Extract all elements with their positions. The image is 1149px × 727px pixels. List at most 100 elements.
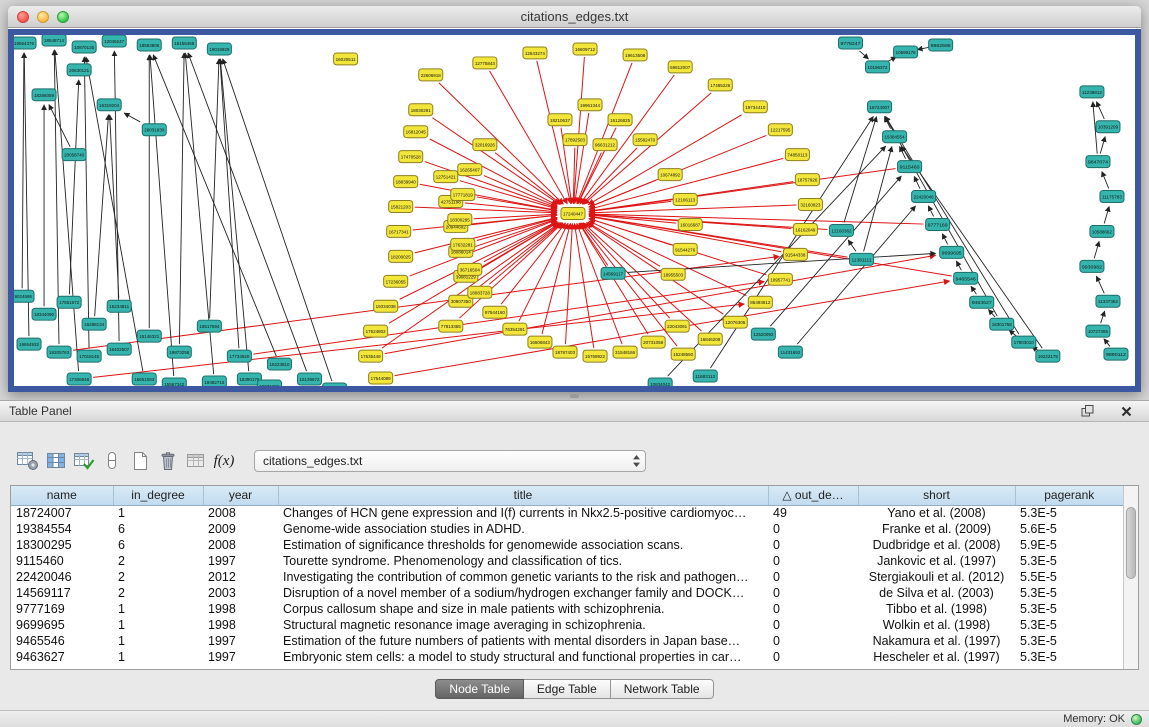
graph-edge[interactable] (542, 223, 571, 334)
table-row[interactable]: 1830029562008Estimation of significance … (11, 537, 1123, 553)
select-columns-icon[interactable] (42, 448, 70, 475)
full-detail-icon[interactable] (98, 448, 126, 475)
graph-edge[interactable] (84, 57, 89, 348)
graph-node[interactable]: 17635449 (359, 350, 383, 362)
graph-node[interactable]: 12076305 (723, 316, 747, 328)
graph-node[interactable]: 10834042 (648, 378, 672, 386)
graph-node[interactable]: 18757926 (795, 174, 819, 186)
graph-node[interactable]: 20731058 (641, 336, 665, 348)
graph-edge[interactable] (69, 80, 78, 294)
table-row[interactable]: 977716911998Corpus callosum shape and si… (11, 601, 1123, 617)
network-select[interactable]: citations_edges.txt (254, 450, 646, 472)
graph-node[interactable]: 10674892 (658, 169, 682, 181)
graph-edge[interactable] (479, 222, 557, 268)
graph-edge[interactable] (1104, 339, 1110, 347)
graph-node[interactable]: 19664932 (17, 338, 41, 350)
graph-edge[interactable] (150, 55, 174, 376)
graph-node[interactable]: 12160362 (829, 224, 853, 236)
graph-node[interactable]: 18083728 (468, 286, 492, 298)
graph-node[interactable]: 16717341 (387, 225, 411, 237)
graph-node[interactable]: 31548166 (613, 346, 637, 358)
scrollbar-thumb[interactable] (1126, 507, 1136, 579)
graph-node[interactable]: 16162049 (793, 223, 817, 235)
network-canvas[interactable]: 1724044718030291168120451747052818839940… (14, 35, 1135, 386)
graph-edge[interactable] (1094, 241, 1099, 258)
graph-node[interactable]: 9777169 (926, 218, 950, 230)
graph-edge[interactable] (885, 116, 1018, 334)
graph-node[interactable]: 11337362 (1096, 295, 1120, 307)
graph-edge[interactable] (574, 57, 585, 204)
graph-node[interactable]: 17240447 (561, 208, 585, 220)
graph-node[interactable]: 74850113 (785, 149, 809, 161)
graph-node[interactable]: 17544089 (369, 372, 393, 384)
graph-edge[interactable] (971, 286, 976, 294)
graph-node[interactable]: 9465546 (954, 272, 978, 284)
graph-node[interactable]: 12106113 (673, 194, 697, 206)
graph-node[interactable]: 10588662 (1090, 225, 1114, 237)
graph-node[interactable]: 15139672 (298, 373, 322, 385)
graph-edge[interactable] (579, 223, 607, 265)
graph-node[interactable]: 16609712 (573, 43, 597, 55)
graph-edge[interactable] (124, 113, 140, 122)
graph-node[interactable]: 22606918 (419, 69, 443, 81)
table-row[interactable]: 1456911722003Disruption of a novel membe… (11, 585, 1123, 601)
graph-node[interactable]: 11381111 (849, 253, 873, 265)
graph-node[interactable]: 69812007 (668, 61, 692, 73)
graph-node[interactable]: 15146321 (137, 330, 161, 342)
graph-edge[interactable] (1096, 276, 1104, 293)
minimize-window-button[interactable] (37, 11, 49, 23)
graph-node[interactable]: 19961344 (578, 99, 602, 111)
graph-edge[interactable] (844, 117, 877, 223)
graph-edge[interactable] (1104, 206, 1109, 223)
graph-node[interactable]: 18517694 (197, 320, 221, 332)
graph-node[interactable]: 17470528 (399, 151, 423, 163)
graph-node[interactable]: 17632281 (451, 238, 475, 250)
graph-node[interactable]: 17551672 (57, 296, 81, 308)
graph-node[interactable]: 9463627 (970, 296, 994, 308)
graph-edge[interactable] (110, 115, 119, 298)
table-row[interactable]: 911546021997Tourette syndrome. Phenomeno… (11, 553, 1123, 569)
window-titlebar[interactable]: citations_edges.txt (8, 6, 1141, 28)
graph-node[interactable]: 18300295 (448, 213, 472, 225)
graph-node[interactable]: 18030291 (409, 104, 433, 116)
graph-node[interactable]: 14569117 (601, 267, 625, 279)
panel-splitter[interactable] (0, 392, 1149, 400)
column-header-pagerank[interactable]: pagerank (1015, 486, 1123, 505)
graph-node[interactable]: 77813365 (439, 320, 463, 332)
graph-node[interactable]: 19482715 (202, 376, 226, 386)
graph-node[interactable]: 17771819 (451, 189, 475, 201)
graph-edge[interactable] (864, 147, 892, 252)
graph-edge[interactable] (956, 261, 961, 270)
table-row[interactable]: 2242004622012Investigating the contribut… (11, 569, 1123, 585)
graph-node[interactable]: 12775843 (473, 57, 497, 69)
graph-node[interactable]: 16506843 (528, 336, 552, 348)
graph-node[interactable]: 22043091 (665, 320, 689, 332)
graph-node[interactable]: 20630121 (67, 64, 91, 76)
graph-node[interactable]: 10870135 (72, 41, 96, 53)
import-table-icon[interactable] (182, 448, 210, 475)
graph-node[interactable]: 11175783 (1100, 191, 1124, 203)
graph-node[interactable]: 12543274 (523, 47, 547, 59)
table-settings-icon[interactable] (14, 448, 42, 475)
graph-node[interactable]: 19334038 (374, 300, 398, 312)
graph-node[interactable]: 19564376 (14, 37, 36, 49)
graph-edge[interactable] (1102, 172, 1109, 189)
graph-node[interactable]: 18797403 (553, 346, 577, 358)
graph-node[interactable]: 15234811 (107, 300, 131, 312)
graph-node[interactable]: 32160823 (798, 199, 822, 211)
graph-node[interactable]: 32016926 (473, 139, 497, 151)
graph-edge[interactable] (942, 234, 947, 245)
table-row[interactable]: 946362711997Embryonic stem cells: a mode… (11, 649, 1123, 665)
graph-node[interactable]: 9862596 (929, 39, 953, 51)
graph-node[interactable]: 16651083 (132, 373, 156, 385)
graph-edge[interactable] (439, 83, 563, 204)
graph-node[interactable]: 15821203 (389, 201, 413, 213)
graph-node[interactable]: 17306948 (67, 373, 91, 385)
graph-node[interactable]: 18200025 (389, 250, 413, 262)
graph-node[interactable]: 10196372 (866, 61, 890, 73)
graph-edge[interactable] (860, 51, 869, 59)
graph-node[interactable]: 16319204 (97, 99, 121, 111)
graph-node[interactable]: 16020511 (334, 53, 358, 65)
graph-node[interactable]: 18286059 (32, 89, 56, 101)
table-row[interactable]: 946554611997Estimation of the future num… (11, 633, 1123, 649)
